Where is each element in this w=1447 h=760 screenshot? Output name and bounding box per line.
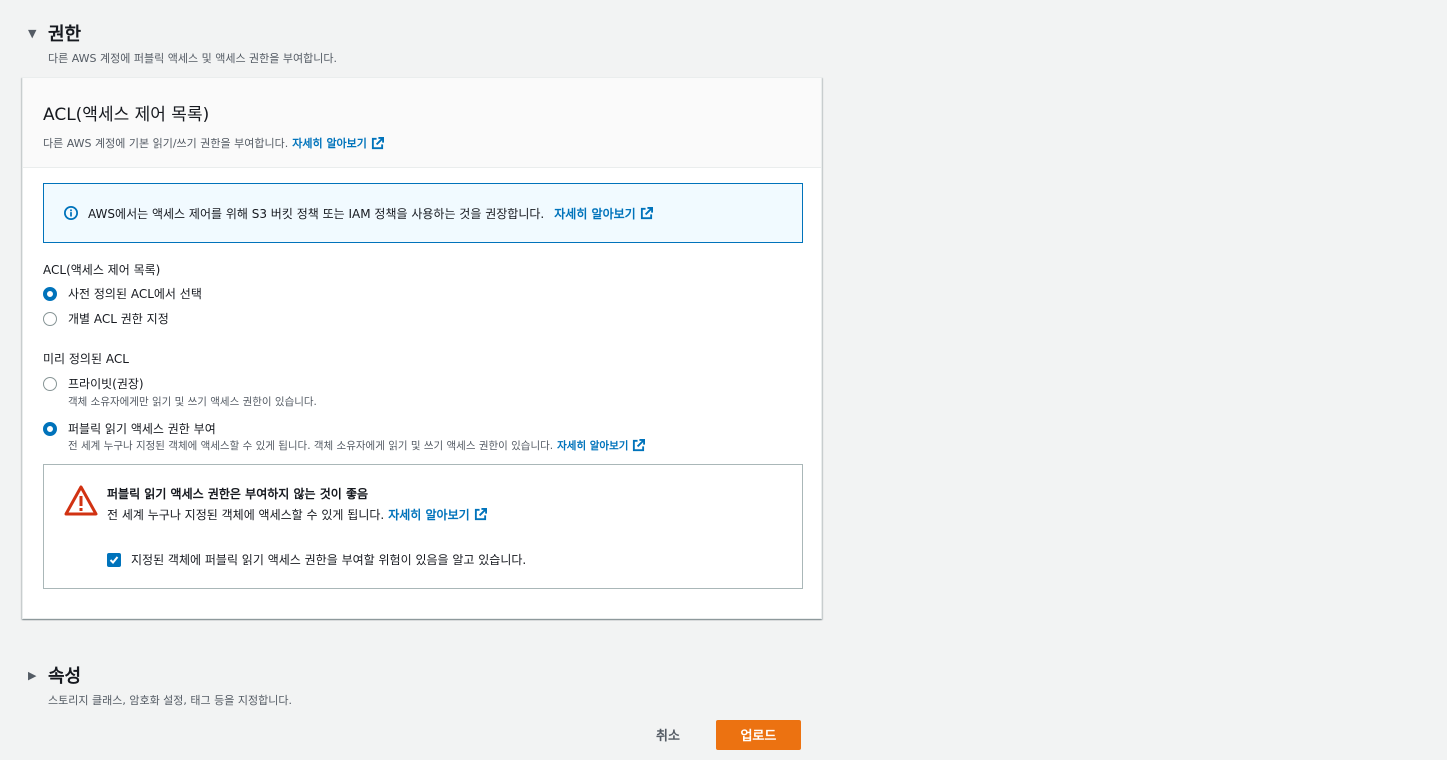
acknowledge-checkbox[interactable] bbox=[107, 552, 121, 567]
radio-public-read-description-text: 전 세계 누구나 지정된 객체에 액세스할 수 있게 됩니다. 객체 소유자에게… bbox=[68, 440, 554, 452]
public-read-learn-more-link[interactable]: 자세히 알아보기 bbox=[557, 438, 646, 453]
radio-button[interactable] bbox=[43, 311, 57, 326]
warning-icon bbox=[64, 485, 98, 516]
upload-button[interactable]: 업로드 bbox=[715, 719, 801, 750]
acl-panel-description-text: 다른 AWS 계정에 기본 읽기/쓰기 권한을 부여합니다. bbox=[43, 137, 289, 150]
caret-right-icon[interactable]: ▶ bbox=[28, 669, 40, 682]
acl-panel: ACL(액세스 제어 목록) 다른 AWS 계정에 기본 읽기/쓰기 권한을 부… bbox=[22, 77, 822, 619]
acknowledge-label: 지정된 객체에 퍼블릭 읽기 액세스 권한을 부여할 위험이 있음을 알고 있습… bbox=[131, 553, 527, 567]
acknowledge-checkbox-row[interactable]: 지정된 객체에 퍼블릭 읽기 액세스 권한을 부여할 위험이 있음을 알고 있습… bbox=[107, 551, 526, 568]
caret-down-icon[interactable]: ▼ bbox=[28, 27, 40, 40]
acl-group-label: ACL(액세스 제어 목록) bbox=[43, 263, 161, 277]
radio-public-read-description: 전 세계 누구나 지정된 객체에 액세스할 수 있게 됩니다. 객체 소유자에게… bbox=[68, 438, 646, 453]
permissions-description: 다른 AWS 계정에 퍼블릭 액세스 및 액세스 권한을 부여합니다. bbox=[48, 52, 338, 65]
checkmark-icon bbox=[109, 555, 119, 564]
info-text: AWS에서는 액세스 제어를 위해 S3 버킷 정책 또는 IAM 정책을 사용… bbox=[88, 206, 545, 221]
info-learn-more-label: 자세히 알아보기 bbox=[554, 206, 636, 221]
acl-learn-more-link[interactable]: 자세히 알아보기 bbox=[292, 135, 384, 151]
radio-individual-acl[interactable]: 개별 ACL 권한 지정 bbox=[43, 310, 169, 327]
radio-label: 프라이빗(권장) bbox=[68, 377, 144, 391]
acl-panel-header: ACL(액세스 제어 목록) 다른 AWS 계정에 기본 읽기/쓰기 권한을 부… bbox=[23, 78, 821, 168]
external-link-icon bbox=[633, 439, 646, 452]
public-read-learn-more-label: 자세히 알아보기 bbox=[557, 440, 629, 452]
permissions-section-header[interactable]: ▼ 권한 다른 AWS 계정에 퍼블릭 액세스 및 액세스 권한을 부여합니다. bbox=[28, 20, 337, 66]
radio-label: 사전 정의된 ACL에서 선택 bbox=[68, 287, 202, 301]
radio-button-checked[interactable] bbox=[43, 286, 57, 301]
acl-learn-more-label: 자세히 알아보기 bbox=[292, 137, 367, 150]
warning-learn-more-link[interactable]: 자세히 알아보기 bbox=[388, 506, 487, 523]
radio-private-description: 객체 소유자에게만 읽기 및 쓰기 액세스 권한이 있습니다. bbox=[68, 396, 317, 408]
radio-button[interactable] bbox=[43, 376, 57, 391]
warning-learn-more-label: 자세히 알아보기 bbox=[388, 508, 470, 522]
properties-description: 스토리지 클래스, 암호화 설정, 태그 등을 지정합니다. bbox=[48, 694, 292, 707]
radio-private[interactable]: 프라이빗(권장) bbox=[43, 375, 144, 392]
acl-panel-title: ACL(액세스 제어 목록) bbox=[43, 105, 210, 125]
radio-label: 퍼블릭 읽기 액세스 권한 부여 bbox=[68, 422, 216, 436]
properties-title: 속성 bbox=[48, 666, 82, 687]
footer-actions: 취소 업로드 bbox=[650, 719, 801, 750]
external-link-icon bbox=[474, 508, 487, 521]
radio-predefined-acl[interactable]: 사전 정의된 ACL에서 선택 bbox=[43, 285, 202, 302]
warning-title: 퍼블릭 읽기 액세스 권한은 부여하지 않는 것이 좋음 bbox=[107, 487, 369, 501]
info-icon bbox=[64, 206, 78, 220]
warning-alert: 퍼블릭 읽기 액세스 권한은 부여하지 않는 것이 좋음 전 세계 누구나 지정… bbox=[43, 464, 803, 589]
warning-text-content: 전 세계 누구나 지정된 객체에 액세스할 수 있게 됩니다. bbox=[107, 508, 385, 522]
radio-public-read[interactable]: 퍼블릭 읽기 액세스 권한 부여 bbox=[43, 420, 216, 437]
predefined-acl-label: 미리 정의된 ACL bbox=[43, 352, 129, 366]
permissions-title: 권한 bbox=[48, 24, 82, 45]
warning-text: 전 세계 누구나 지정된 객체에 액세스할 수 있게 됩니다. 자세히 알아보기 bbox=[107, 506, 487, 523]
info-learn-more-link[interactable]: 자세히 알아보기 bbox=[554, 205, 653, 222]
external-link-icon bbox=[371, 136, 384, 149]
cancel-button[interactable]: 취소 bbox=[650, 719, 686, 750]
radio-label: 개별 ACL 권한 지정 bbox=[68, 312, 169, 326]
properties-section-header[interactable]: ▶ 속성 스토리지 클래스, 암호화 설정, 태그 등을 지정합니다. bbox=[28, 662, 292, 708]
info-alert: AWS에서는 액세스 제어를 위해 S3 버킷 정책 또는 IAM 정책을 사용… bbox=[43, 183, 803, 243]
external-link-icon bbox=[640, 206, 653, 219]
acl-panel-description: 다른 AWS 계정에 기본 읽기/쓰기 권한을 부여합니다. 자세히 알아보기 bbox=[43, 135, 801, 151]
radio-button-checked[interactable] bbox=[43, 421, 57, 436]
